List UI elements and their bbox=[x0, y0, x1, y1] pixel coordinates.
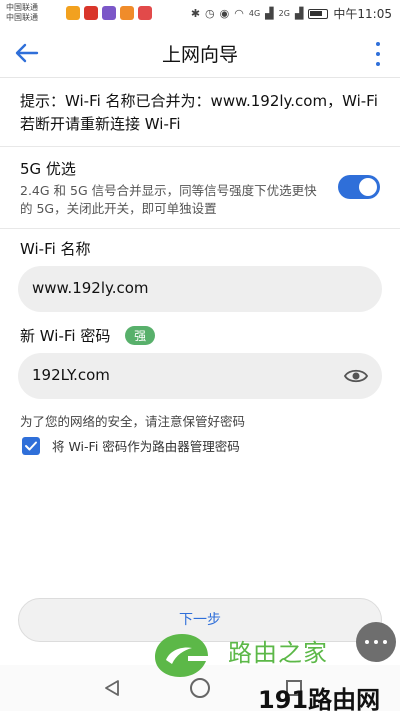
flower-app-icon bbox=[102, 6, 116, 20]
watermark-site: 191路由网 bbox=[258, 686, 381, 711]
watermark-brand: 路由之家 bbox=[228, 639, 328, 667]
carrier-2: 中国联通 bbox=[6, 13, 38, 22]
shop-app-icon bbox=[120, 6, 134, 20]
signal-icon-2: ▟ bbox=[294, 7, 304, 20]
carrier-1: 中国联通 bbox=[6, 3, 38, 12]
wifi-icon: ◠ bbox=[234, 7, 244, 20]
eye-comfort-icon: ◉ bbox=[219, 7, 230, 20]
nav-home-icon[interactable] bbox=[190, 678, 210, 698]
prefer-5g-title: 5G 优选 bbox=[20, 160, 76, 178]
app-bar: 上网向导 bbox=[0, 28, 400, 78]
status-right: ✱ ◷ ◉ ◠ 4G ▟ 2G ▟ 中午11:05 bbox=[191, 5, 392, 22]
wifi-name-value: www.192ly.com bbox=[32, 279, 149, 297]
merge-notice: 提示：Wi-Fi 名称已合并为：www.192ly.com，Wi-Fi 若断开请… bbox=[20, 92, 378, 133]
prefer-5g-description: 2.4G 和 5G 信号合并显示，同等信号强度下优选更快的 5G，关闭此开关，即… bbox=[20, 183, 317, 216]
alarm-icon: ◷ bbox=[205, 7, 215, 20]
bluetooth-icon: ✱ bbox=[190, 7, 201, 20]
battery-icon bbox=[308, 8, 329, 19]
prefer-5g-toggle[interactable] bbox=[338, 175, 380, 199]
wifi-password-label-row: 新 Wi-Fi 密码 强 bbox=[20, 325, 156, 346]
clock: 中午11:05 bbox=[333, 7, 392, 21]
carrier-labels: 中国联通 中国联通 bbox=[6, 3, 38, 23]
admin-password-checkbox[interactable] bbox=[22, 436, 40, 455]
notification-icons bbox=[66, 6, 152, 20]
floating-more-button[interactable] bbox=[356, 622, 396, 662]
weibo-icon bbox=[66, 6, 80, 20]
page-title: 上网向导 bbox=[161, 44, 238, 66]
status-bar: 中国联通 中国联通 ✱ ◷ ◉ ◠ 4G ▟ 2G ▟ 中午11:05 bbox=[0, 0, 400, 28]
nav-back-icon[interactable] bbox=[103, 679, 121, 701]
wifi-password-value: 192LY.com bbox=[32, 366, 110, 384]
signal-2g-label: 2G bbox=[278, 9, 290, 18]
wifi-password-label: 新 Wi-Fi 密码 bbox=[20, 327, 111, 345]
more-vert-icon[interactable] bbox=[374, 42, 382, 66]
video-app-icon bbox=[84, 6, 98, 20]
signal-4g-label: 4G bbox=[248, 9, 261, 18]
security-hint: 为了您的网络的安全，请注意保管好密码 bbox=[20, 414, 246, 429]
divider bbox=[0, 228, 400, 229]
divider bbox=[0, 146, 400, 147]
signal-icon: ▟ bbox=[265, 7, 274, 20]
password-strength-badge: 强 bbox=[125, 326, 156, 345]
eye-icon[interactable] bbox=[343, 367, 369, 385]
mail-app-icon bbox=[138, 6, 152, 20]
wifi-name-label: Wi-Fi 名称 bbox=[20, 240, 91, 258]
admin-password-label: 将 Wi-Fi 密码作为路由器管理密码 bbox=[52, 439, 240, 454]
wifi-password-field[interactable]: 192LY.com bbox=[18, 353, 382, 399]
wifi-name-field[interactable]: www.192ly.com bbox=[18, 266, 382, 312]
watermark-logo-icon bbox=[152, 630, 210, 680]
prefer-5g-row: 5G 优选 2.4G 和 5G 信号合并显示，同等信号强度下优选更快的 5G，关… bbox=[20, 158, 385, 218]
admin-password-option[interactable]: 将 Wi-Fi 密码作为路由器管理密码 bbox=[22, 436, 240, 455]
